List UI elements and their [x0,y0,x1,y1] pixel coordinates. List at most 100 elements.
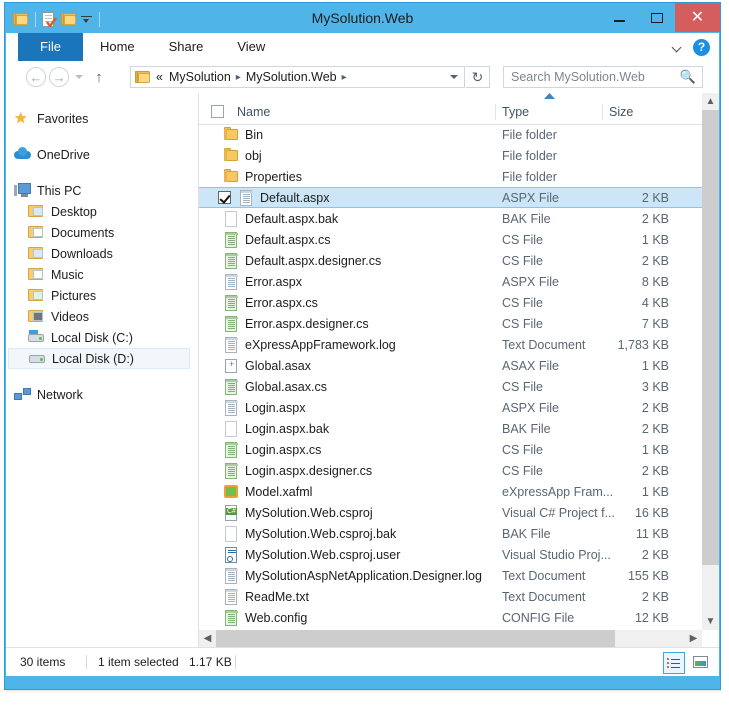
column-header-name[interactable]: Name [237,101,270,124]
details-view-button[interactable] [663,652,685,674]
file-name-cell[interactable]: Login.aspx.designer.cs [224,463,372,479]
table-row[interactable]: Model.xafml eXpressApp Fram... 1 KB [199,481,702,502]
table-row[interactable]: Login.aspx.cs CS File 1 KB [199,439,702,460]
file-name-cell[interactable]: Model.xafml [224,484,312,500]
table-row[interactable]: Error.aspx.cs CS File 4 KB [199,292,702,313]
file-name-cell[interactable]: Global.asax [224,358,311,374]
sidebar-item-downloads[interactable]: Downloads [28,243,190,264]
scroll-up-button[interactable]: ▲ [702,93,719,110]
table-row[interactable]: MySolution.Web.csproj.bak BAK File 11 KB [199,523,702,544]
table-row[interactable]: Global.asax ASAX File 1 KB [199,355,702,376]
folder-icon[interactable] [13,12,29,26]
sidebar-item-this-pc[interactable]: This PC [14,180,190,201]
tab-home[interactable]: Home [83,33,152,61]
breadcrumb-separator-1[interactable]: ▸ [236,72,241,83]
scroll-right-button[interactable]: ▶ [685,630,702,647]
horizontal-scroll-thumb[interactable] [216,630,615,647]
file-name-cell[interactable]: MySolution.Web.csproj [224,505,373,521]
table-row-selected[interactable]: Default.aspx ASPX File 2 KB [199,187,702,208]
back-button[interactable]: ← [26,67,46,87]
file-name-cell[interactable]: Default.aspx.bak [224,211,338,227]
sidebar-item-pictures[interactable]: Pictures [28,285,190,306]
file-name-cell[interactable]: obj [224,148,262,164]
table-row[interactable]: Default.aspx.cs CS File 1 KB [199,229,702,250]
forward-button[interactable]: → [49,67,69,87]
table-row[interactable]: Login.aspx ASPX File 2 KB [199,397,702,418]
scroll-down-button[interactable]: ▼ [702,613,719,630]
breadcrumb-item-mysolution[interactable]: MySolution [169,70,231,84]
table-row[interactable]: Default.aspx.designer.cs CS File 2 KB [199,250,702,271]
file-name-cell[interactable]: MySolution.Web.csproj.bak [224,526,396,542]
column-divider-size[interactable] [602,104,603,120]
tab-file[interactable]: File [18,33,83,61]
sidebar-item-local-disk-c[interactable]: Local Disk (C:) [28,327,190,348]
table-row[interactable]: Global.asax.cs CS File 3 KB [199,376,702,397]
table-row[interactable]: MySolutionAspNetApplication.Designer.log… [199,565,702,586]
sidebar-item-favorites[interactable]: ★ Favorites [14,108,190,129]
address-dropdown-button[interactable] [443,66,465,88]
file-name-cell[interactable]: Login.aspx.bak [224,421,329,437]
breadcrumb-overflow[interactable]: « [156,70,163,84]
large-icons-view-button[interactable] [690,652,710,672]
table-row[interactable]: Properties File folder [199,166,702,187]
table-row[interactable]: Default.aspx.bak BAK File 2 KB [199,208,702,229]
file-name-cell[interactable]: Login.aspx [224,400,305,416]
table-row[interactable]: Web.config CONFIG File 12 KB [199,607,702,628]
select-all-checkbox[interactable] [211,105,224,118]
file-name-cell[interactable]: Bin [224,127,263,143]
tab-view[interactable]: View [220,33,282,61]
recent-locations-button[interactable] [72,67,86,87]
column-divider-type[interactable] [495,104,496,120]
sidebar-item-desktop[interactable]: Desktop [28,201,190,222]
table-row[interactable]: ReadMe.txt Text Document 2 KB [199,586,702,607]
file-name-cell[interactable]: Default.aspx.cs [224,232,330,248]
search-icon[interactable]: 🔍 [679,69,697,85]
file-name-cell[interactable]: Default.aspx.designer.cs [224,253,381,269]
table-row[interactable]: Login.aspx.designer.cs CS File 2 KB [199,460,702,481]
new-folder-icon[interactable] [61,12,77,26]
file-name-cell[interactable]: eXpressAppFramework.log [224,337,396,353]
breadcrumb-item-mysolution-web[interactable]: MySolution.Web [246,70,337,84]
file-name-cell[interactable]: Default.aspx [239,190,329,206]
file-name-cell[interactable]: Global.asax.cs [224,379,327,395]
help-icon[interactable]: ? [693,39,710,56]
customize-dropdown-icon[interactable] [80,13,93,26]
minimize-button[interactable] [601,3,638,32]
table-row[interactable]: MySolution.Web.csproj Visual C# Project … [199,502,702,523]
horizontal-scrollbar[interactable]: ◀ ▶ [199,630,702,647]
file-name-cell[interactable]: Error.aspx [224,274,302,290]
file-name-cell[interactable]: Properties [224,169,302,185]
vertical-scroll-thumb[interactable] [702,110,719,565]
file-name-cell[interactable]: Error.aspx.cs [224,295,318,311]
scroll-left-button[interactable]: ◀ [199,630,216,647]
table-row[interactable]: eXpressAppFramework.log Text Document 1,… [199,334,702,355]
search-box[interactable]: Search MySolution.Web 🔍 [503,66,703,88]
table-row[interactable]: obj File folder [199,145,702,166]
file-name-cell[interactable]: Login.aspx.cs [224,442,321,458]
sidebar-item-onedrive[interactable]: OneDrive [14,144,190,165]
column-header-size[interactable]: Size [602,101,633,124]
table-row[interactable]: Error.aspx.designer.cs CS File 7 KB [199,313,702,334]
breadcrumb-bar[interactable]: « ▸ MySolution ▸ MySolution.Web ▸ [130,66,465,88]
refresh-button[interactable]: ↻ [466,66,490,88]
chevron-down-icon[interactable] [672,42,683,53]
table-row[interactable]: Error.aspx ASPX File 8 KB [199,271,702,292]
table-row[interactable]: Bin File folder [199,124,702,145]
search-input[interactable]: Search MySolution.Web [511,70,679,84]
sidebar-item-local-disk-d[interactable]: Local Disk (D:) [8,348,190,369]
close-button[interactable]: ✕ [675,3,720,32]
sidebar-item-documents[interactable]: Documents [28,222,190,243]
column-header-type[interactable]: Type [495,101,529,124]
table-row[interactable]: Login.aspx.bak BAK File 2 KB [199,418,702,439]
table-row[interactable]: MySolution.Web.csproj.user Visual Studio… [199,544,702,565]
sidebar-item-videos[interactable]: Videos [28,306,190,327]
vertical-scrollbar[interactable]: ▲ ▼ [702,93,719,630]
maximize-button[interactable] [638,3,675,32]
breadcrumb-separator-2[interactable]: ▸ [342,72,347,83]
file-name-cell[interactable]: MySolution.Web.csproj.user [224,547,400,563]
sidebar-item-network[interactable]: Network [14,384,190,405]
file-name-cell[interactable]: MySolutionAspNetApplication.Designer.log [224,568,482,584]
file-name-cell[interactable]: ReadMe.txt [224,589,309,605]
up-button[interactable]: ↑ [89,67,109,87]
file-name-cell[interactable]: Error.aspx.designer.cs [224,316,369,332]
